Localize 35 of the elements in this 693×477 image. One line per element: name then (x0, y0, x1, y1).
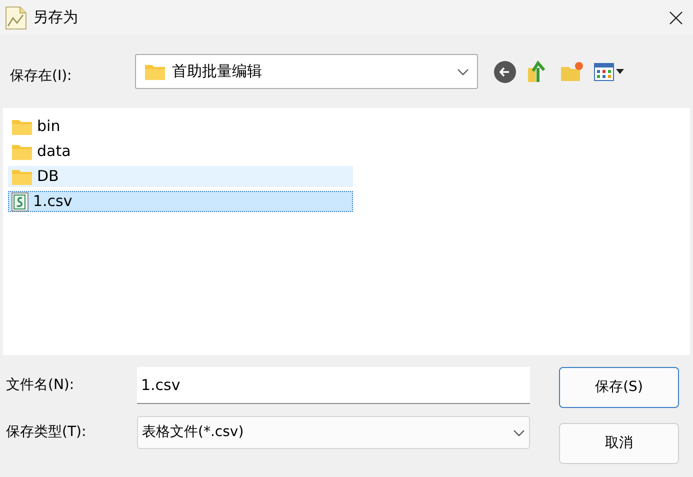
folder-icon (144, 62, 166, 80)
dialog-button[interactable]: 取消 (559, 423, 679, 464)
chevron-down-icon (457, 68, 469, 76)
file-item[interactable]: DB (8, 166, 353, 187)
spreadsheet-file-icon (11, 192, 29, 212)
new-folder-button[interactable] (560, 60, 584, 84)
filetype-dropdown[interactable]: 表格文件(*.csv) (137, 416, 530, 449)
close-icon (669, 10, 683, 24)
filename-input[interactable]: 1.csv (137, 367, 530, 404)
file-item[interactable]: data (8, 141, 353, 162)
folder-icon (11, 142, 33, 160)
file-name: bin (37, 116, 60, 138)
chevron-down-icon (513, 428, 525, 436)
dropdown-arrow-icon (616, 69, 624, 74)
new-folder-icon (560, 60, 584, 84)
file-name: data (37, 141, 71, 162)
folder-icon (11, 168, 33, 186)
window-title: 另存为 (33, 7, 78, 28)
file-item[interactable]: 1.csv (8, 191, 353, 212)
file-name: DB (37, 166, 59, 188)
view-menu-button[interactable] (594, 62, 624, 80)
location-value: 首助批量编辑 (172, 61, 263, 82)
location-dropdown[interactable]: 首助批量编辑 (135, 54, 478, 89)
filename-label: 文件名(N): (6, 376, 76, 395)
folder-icon (11, 118, 33, 136)
chart-document-icon (5, 6, 27, 30)
grid-view-icon (594, 62, 614, 80)
file-item[interactable]: bin (8, 116, 353, 137)
file-name: 1.csv (33, 191, 72, 212)
back-arrow-icon (499, 66, 511, 78)
filetype-value: 表格文件(*.csv) (142, 423, 245, 442)
dialog-button[interactable]: 保存(S) (559, 367, 679, 408)
save-in-label: 保存在(I): (10, 67, 73, 86)
filetype-label: 保存类型(T): (6, 423, 88, 442)
back-button[interactable] (494, 60, 516, 82)
